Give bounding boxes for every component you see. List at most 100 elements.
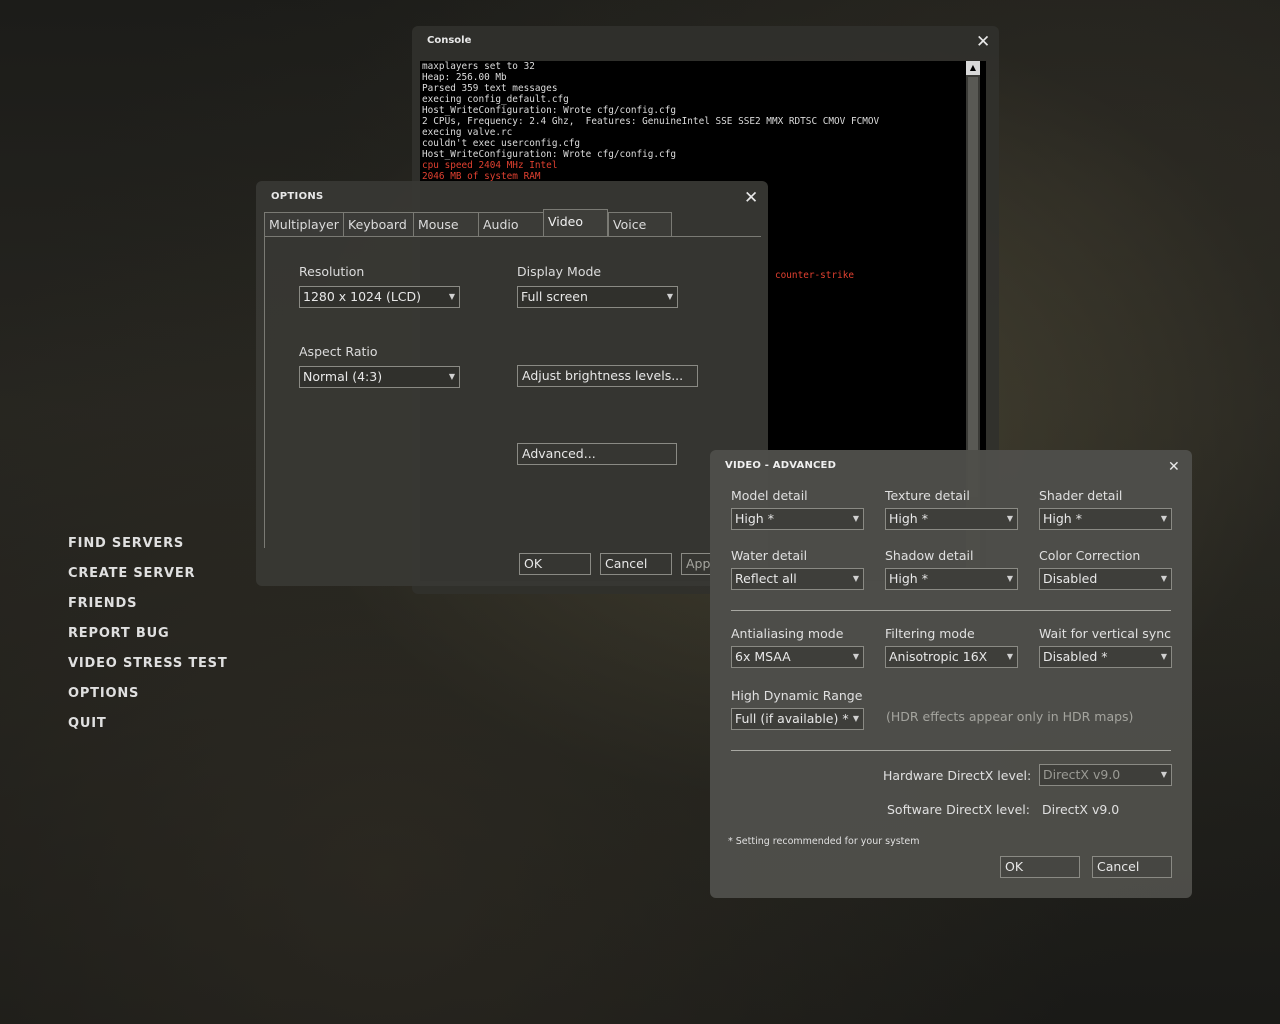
console-line: maxplayers set to 32	[422, 61, 535, 72]
recommended-footnote: * Setting recommended for your system	[728, 836, 920, 847]
chevron-down-icon: ▼	[852, 574, 859, 583]
advanced-button[interactable]: Advanced...	[517, 443, 677, 465]
shadow-detail-value: High *	[889, 571, 928, 586]
chevron-down-icon: ▼	[448, 372, 455, 381]
console-title: Console	[427, 35, 472, 46]
chevron-down-icon: ▼	[1006, 652, 1013, 661]
tab-multiplayer[interactable]: Multiplayer	[264, 212, 344, 236]
hardware-directx-dropdown[interactable]: DirectX v9.0 ▼	[1039, 764, 1172, 786]
hdr-dropdown[interactable]: Full (if available) * ▼	[731, 708, 864, 730]
vsync-dropdown[interactable]: Disabled * ▼	[1039, 646, 1172, 668]
model-detail-dropdown[interactable]: High * ▼	[731, 508, 864, 530]
menu-report-bug[interactable]: REPORT BUG	[68, 626, 228, 656]
tab-mouse[interactable]: Mouse	[413, 212, 479, 236]
menu-quit[interactable]: QUIT	[68, 716, 228, 746]
chevron-down-icon: ▼	[1160, 574, 1167, 583]
arrow-up-icon[interactable]: ▲	[966, 61, 980, 75]
menu-find-servers[interactable]: FIND SERVERS	[68, 536, 228, 566]
filtering-label: Filtering mode	[885, 626, 975, 641]
display-mode-value: Full screen	[521, 289, 588, 304]
tab-video[interactable]: Video	[543, 209, 608, 237]
main-menu: FIND SERVERS CREATE SERVER FRIENDS REPOR…	[68, 536, 228, 746]
tab-keyboard[interactable]: Keyboard	[343, 212, 414, 236]
close-icon[interactable]: ✕	[744, 190, 758, 207]
water-detail-value: Reflect all	[735, 571, 797, 586]
aspect-ratio-dropdown[interactable]: Normal (4:3) ▼	[299, 366, 460, 388]
vsync-label: Wait for vertical sync	[1039, 626, 1172, 641]
video-tab-panel	[264, 236, 761, 548]
color-correction-label: Color Correction	[1039, 548, 1141, 563]
chevron-down-icon: ▼	[1006, 574, 1013, 583]
console-line: Parsed 359 text messages	[422, 83, 558, 94]
shader-detail-dropdown[interactable]: High * ▼	[1039, 508, 1172, 530]
resolution-value: 1280 x 1024 (LCD)	[303, 289, 422, 304]
chevron-down-icon: ▼	[1160, 652, 1167, 661]
close-icon[interactable]: ✕	[1168, 459, 1180, 475]
texture-detail-dropdown[interactable]: High * ▼	[885, 508, 1018, 530]
apply-button[interactable]: App	[681, 553, 711, 575]
texture-detail-value: High *	[889, 511, 928, 526]
resolution-label: Resolution	[299, 264, 365, 279]
chevron-down-icon: ▼	[448, 292, 455, 301]
console-log: maxplayers set to 32 Heap: 256.00 Mb Parse…	[422, 61, 962, 182]
options-title: OPTIONS	[271, 191, 324, 202]
console-log-fragment: counter-strike	[775, 270, 855, 281]
chevron-down-icon: ▼	[666, 292, 673, 301]
chevron-down-icon: ▼	[1160, 770, 1167, 779]
shader-detail-label: Shader detail	[1039, 488, 1123, 503]
color-correction-value: Disabled	[1043, 571, 1098, 586]
hardware-directx-label: Hardware DirectX level:	[883, 768, 1032, 783]
aspect-ratio-value: Normal (4:3)	[303, 369, 383, 384]
divider	[731, 610, 1171, 611]
display-mode-label: Display Mode	[517, 264, 602, 279]
console-line: Host_WriteConfiguration: Wrote cfg/confi…	[422, 105, 676, 116]
adjust-brightness-button[interactable]: Adjust brightness levels...	[517, 365, 698, 387]
console-line: Host_WriteConfiguration: Wrote cfg/confi…	[422, 149, 676, 160]
console-line: Heap: 256.00 Mb	[422, 72, 507, 83]
water-detail-dropdown[interactable]: Reflect all ▼	[731, 568, 864, 590]
antialiasing-dropdown[interactable]: 6x MSAA ▼	[731, 646, 864, 668]
console-line: cpu speed 2404 MHz Intel	[422, 160, 558, 171]
vsync-value: Disabled *	[1043, 649, 1108, 664]
water-detail-label: Water detail	[731, 548, 808, 563]
options-window: OPTIONS ✕ Multiplayer Keyboard Mouse Aud…	[256, 181, 768, 586]
chevron-down-icon: ▼	[852, 514, 859, 523]
ok-button[interactable]: OK	[1000, 856, 1080, 878]
cancel-button[interactable]: Cancel	[1092, 856, 1172, 878]
console-line: execing valve.rc	[422, 127, 513, 138]
scrollbar-thumb[interactable]	[968, 77, 978, 497]
tab-audio[interactable]: Audio	[478, 212, 544, 236]
hdr-label: High Dynamic Range	[731, 688, 863, 703]
chevron-down-icon: ▼	[1006, 514, 1013, 523]
texture-detail-label: Texture detail	[885, 488, 970, 503]
chevron-down-icon: ▼	[1160, 514, 1167, 523]
color-correction-dropdown[interactable]: Disabled ▼	[1039, 568, 1172, 590]
resolution-dropdown[interactable]: 1280 x 1024 (LCD) ▼	[299, 286, 460, 308]
menu-options[interactable]: OPTIONS	[68, 686, 228, 716]
close-icon[interactable]: ✕	[976, 34, 990, 51]
cancel-button[interactable]: Cancel	[600, 553, 672, 575]
chevron-down-icon: ▼	[852, 652, 859, 661]
shadow-detail-dropdown[interactable]: High * ▼	[885, 568, 1018, 590]
menu-friends[interactable]: FRIENDS	[68, 596, 228, 626]
shader-detail-value: High *	[1043, 511, 1082, 526]
hdr-note: (HDR effects appear only in HDR maps)	[886, 709, 1134, 724]
aspect-ratio-label: Aspect Ratio	[299, 344, 378, 359]
menu-video-stress-test[interactable]: VIDEO STRESS TEST	[68, 656, 228, 686]
model-detail-value: High *	[735, 511, 774, 526]
video-advanced-title: VIDEO - ADVANCED	[725, 460, 837, 471]
filtering-dropdown[interactable]: Anisotropic 16X ▼	[885, 646, 1018, 668]
chevron-down-icon: ▼	[852, 714, 859, 723]
ok-button[interactable]: OK	[519, 553, 591, 575]
software-directx-value: DirectX v9.0	[1042, 802, 1120, 817]
console-line: couldn't exec userconfig.cfg	[422, 138, 581, 149]
console-line: execing config_default.cfg	[422, 94, 569, 105]
console-line: 2 CPUs, Frequency: 2.4 Ghz, Features: Ge…	[422, 116, 880, 127]
shadow-detail-label: Shadow detail	[885, 548, 974, 563]
menu-create-server[interactable]: CREATE SERVER	[68, 566, 228, 596]
hdr-value: Full (if available) *	[735, 711, 849, 726]
video-advanced-window: VIDEO - ADVANCED ✕ Model detail High * ▼…	[710, 450, 1192, 898]
display-mode-dropdown[interactable]: Full screen ▼	[517, 286, 678, 308]
antialiasing-label: Antialiasing mode	[731, 626, 844, 641]
tab-voice[interactable]: Voice	[608, 212, 672, 236]
